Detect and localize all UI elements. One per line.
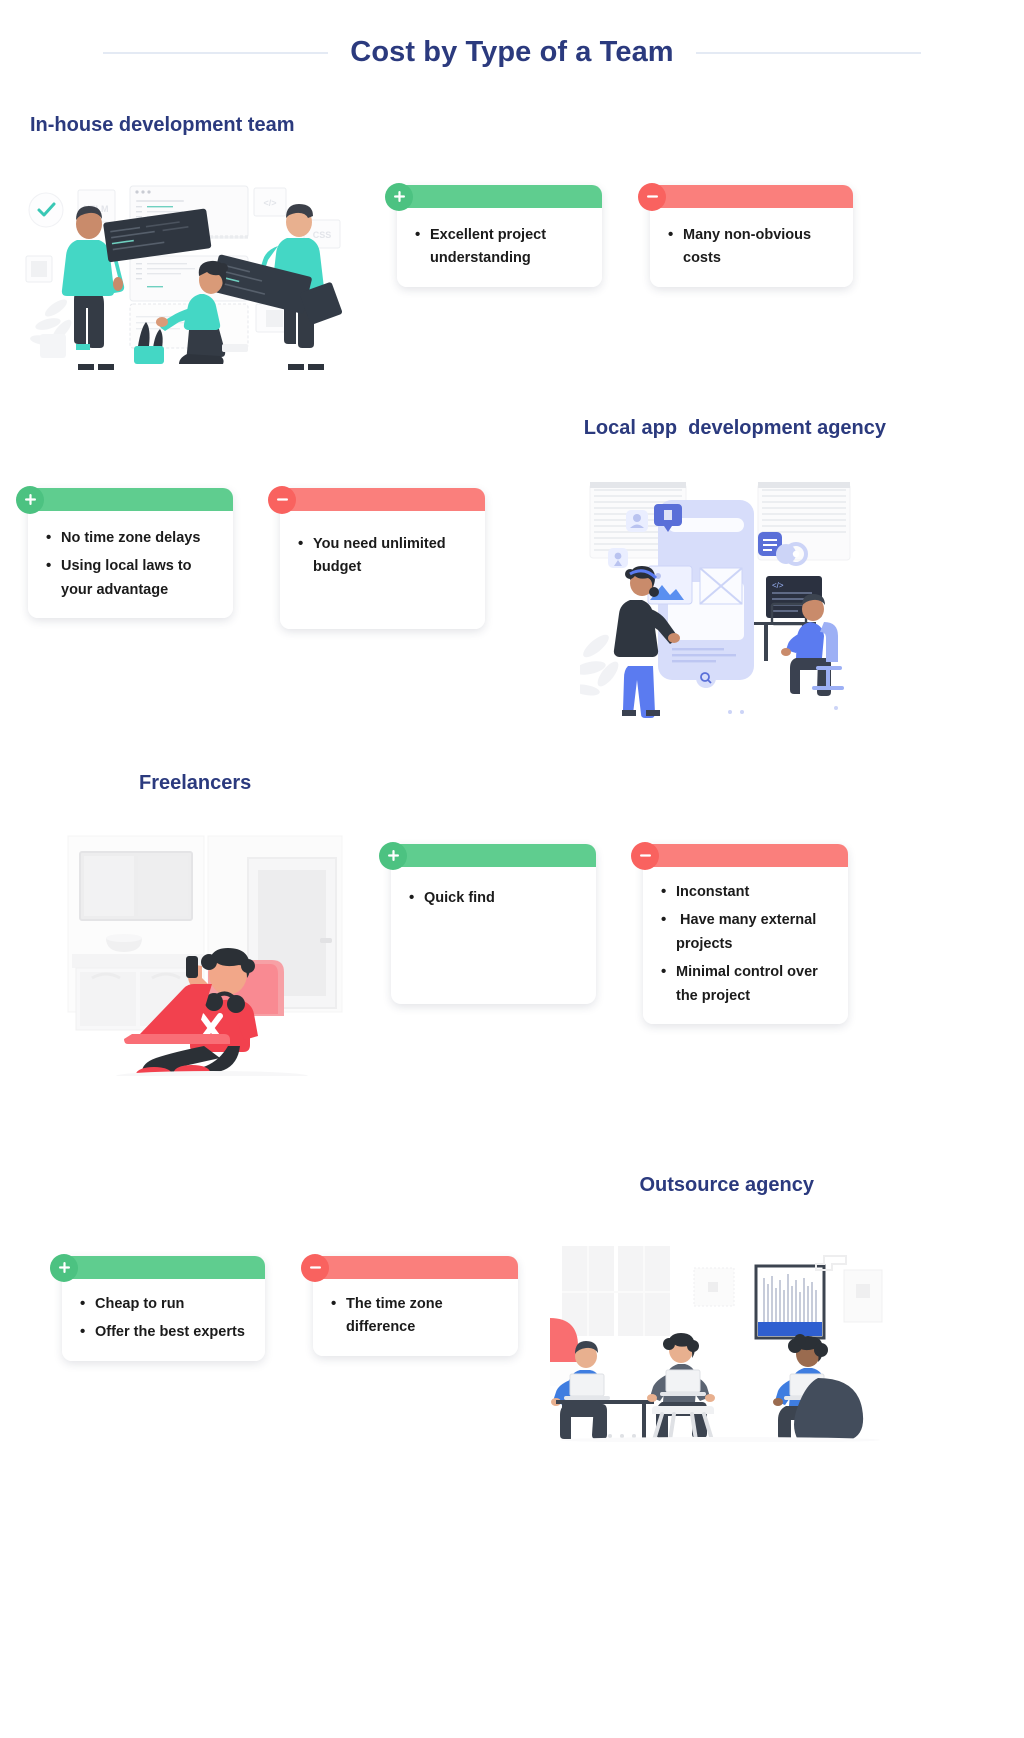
list-item: Excellent project understanding [413, 223, 588, 271]
list-item: Quick find [407, 886, 582, 911]
outsource-agency-illustration [550, 1246, 883, 1442]
list-item: Cheap to run [78, 1292, 251, 1317]
pros-card-inhouse: Excellent project understanding [385, 182, 602, 287]
page-title: Cost by Type of a Team [350, 36, 674, 68]
cons-card-local: You need unlimited budget [268, 485, 485, 629]
cons-card-outsource: The time zone difference [301, 1253, 518, 1356]
title-rule-left [103, 51, 329, 54]
list-item: Minimal control over the project [659, 960, 834, 1008]
cons-list-local: You need unlimited budget [296, 532, 471, 580]
section-heading-outsource: Outsource agency [639, 1174, 814, 1196]
list-item: The time zone difference [329, 1292, 504, 1340]
page-title-row: Cost by Type of a Team [0, 36, 1024, 69]
cons-card-body-freelancers: Inconstant Have many external projects M… [643, 867, 848, 1025]
pros-card-body-inhouse: Excellent project understanding [397, 208, 602, 287]
title-rule-right [695, 51, 921, 54]
local-agency-illustration: </> [580, 482, 851, 718]
cons-list-inhouse: Many non-obvious costs [666, 223, 839, 271]
plus-icon [16, 485, 44, 514]
pros-card-header-outsource [50, 1253, 265, 1282]
cons-list-outsource: The time zone difference [329, 1292, 504, 1340]
cons-card-inhouse: Many non-obvious costs [638, 182, 853, 287]
freelancer-illustration [62, 826, 347, 1076]
pros-card-freelancers: Quick find [379, 841, 596, 1004]
list-item: Inconstant [659, 880, 834, 905]
illustration-tag-css: CSS [313, 230, 332, 240]
list-item: Offer the best experts [78, 1320, 251, 1345]
plus-icon [385, 182, 413, 211]
plus-icon [379, 841, 407, 870]
section-heading-local: Local app development agency [583, 417, 886, 439]
cons-card-header-freelancers [631, 841, 848, 870]
section-heading-inhouse: In-house development team [30, 114, 295, 136]
pros-card-header-inhouse [385, 182, 602, 211]
cons-list-freelancers: Inconstant Have many external projects M… [659, 880, 834, 1008]
cons-card-body-outsource: The time zone difference [313, 1279, 518, 1356]
pros-list-freelancers: Quick find [407, 886, 582, 911]
list-item: Have many external projects [659, 908, 834, 956]
list-item: Using local laws to your advantage [44, 554, 219, 602]
pros-card-header-freelancers [379, 841, 596, 870]
list-item: You need unlimited budget [296, 532, 471, 580]
minus-icon [301, 1253, 329, 1282]
minus-icon [638, 182, 666, 211]
pros-card-body-local: No time zone delays Using local laws to … [28, 511, 233, 619]
cons-card-header-outsource [301, 1253, 518, 1282]
cons-card-body-inhouse: Many non-obvious costs [650, 208, 853, 287]
list-item: No time zone delays [44, 526, 219, 551]
pros-list-outsource: Cheap to run Offer the best experts [78, 1292, 251, 1345]
pros-card-body-freelancers: Quick find [391, 867, 596, 927]
cons-card-header-inhouse [638, 182, 853, 211]
svg-text:</>: </> [263, 198, 276, 208]
pros-card-body-outsource: Cheap to run Offer the best experts [62, 1279, 265, 1361]
pros-list-local: No time zone delays Using local laws to … [44, 526, 219, 602]
cons-card-body-local: You need unlimited budget [280, 511, 485, 629]
cons-card-header-local [268, 485, 485, 514]
cons-card-freelancers: Inconstant Have many external projects M… [631, 841, 848, 1025]
pros-card-header-local [16, 485, 233, 514]
minus-icon [268, 485, 296, 514]
in-house-team-illustration: HTLM </> CSS [25, 185, 342, 370]
pros-card-outsource: Cheap to run Offer the best experts [50, 1253, 265, 1361]
plus-icon [50, 1253, 78, 1282]
pros-card-local: No time zone delays Using local laws to … [16, 485, 233, 619]
pros-list-inhouse: Excellent project understanding [413, 223, 588, 271]
svg-text:</>: </> [772, 581, 784, 590]
section-heading-freelancers: Freelancers [139, 772, 252, 794]
list-item: Many non-obvious costs [666, 223, 839, 271]
minus-icon [631, 841, 659, 870]
